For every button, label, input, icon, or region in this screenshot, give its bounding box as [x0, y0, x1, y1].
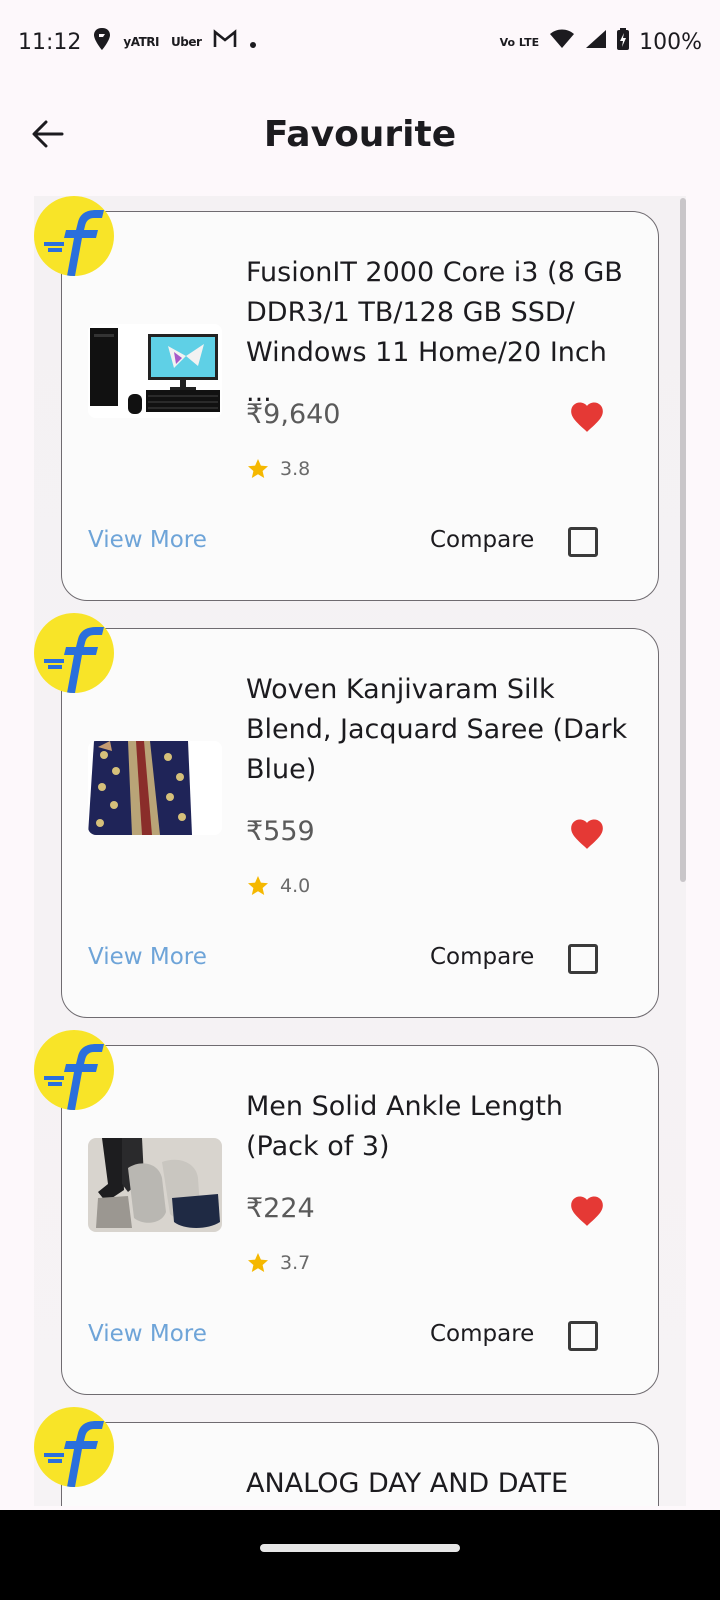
product-name[interactable]: ANALOG DAY AND DATE — [246, 1464, 636, 1504]
view-more-link[interactable]: View More — [88, 1321, 207, 1347]
product-card: Woven Kanjivaram Silk Blend, Jacquard Sa… — [61, 628, 659, 1018]
compare-label: Compare — [430, 1321, 535, 1347]
home-gesture-handle[interactable] — [260, 1544, 460, 1552]
flipkart-logo-icon — [34, 613, 114, 693]
compare-checkbox[interactable] — [568, 527, 598, 557]
uber-notification: Uber — [170, 35, 202, 49]
volte-indicator: Vo LTE — [499, 35, 540, 49]
status-time: 11:12 — [18, 29, 82, 55]
swiggy-icon — [93, 27, 111, 57]
product-card: FusionIT 2000 Core i3 (8 GB DDR3/1 TB/12… — [61, 211, 659, 601]
product-price: ₹9,640 — [246, 399, 341, 430]
product-image-saree[interactable] — [88, 741, 222, 835]
product-card: Men Solid Ankle Length (Pack of 3) ₹224 … — [61, 1045, 659, 1395]
view-more-link[interactable]: View More — [88, 944, 207, 970]
product-rating: 4.0 — [246, 874, 310, 898]
favourite-heart-icon[interactable] — [568, 398, 606, 434]
flipkart-logo-icon — [34, 1407, 114, 1487]
flipkart-logo-icon — [34, 1030, 114, 1110]
view-more-link[interactable]: View More — [88, 527, 207, 553]
product-price: ₹559 — [246, 816, 315, 847]
page-title: Favourite — [263, 114, 457, 155]
app-bar: Favourite — [0, 84, 720, 190]
compare-checkbox[interactable] — [568, 1321, 598, 1351]
product-price: ₹224 — [246, 1193, 315, 1224]
star-icon — [248, 459, 268, 478]
product-rating: 3.8 — [246, 457, 310, 481]
system-navigation-bar — [0, 1510, 720, 1600]
flipkart-logo-icon — [34, 196, 114, 276]
compare-label: Compare — [430, 527, 535, 553]
favourite-heart-icon[interactable] — [568, 1192, 606, 1228]
star-icon — [248, 1253, 268, 1272]
favourites-list[interactable]: FusionIT 2000 Core i3 (8 GB DDR3/1 TB/12… — [34, 196, 686, 1508]
status-bar: 11:12 yATRI Uber Vo LTE 100% — [0, 0, 720, 84]
wifi-icon — [549, 29, 575, 55]
product-name[interactable]: Woven Kanjivaram Silk Blend, Jacquard Sa… — [246, 670, 636, 790]
yatri-notification: yATRI — [123, 35, 159, 49]
more-notifications-dot — [249, 30, 257, 55]
product-image-desktop[interactable] — [88, 324, 222, 418]
list-scrollbar[interactable] — [680, 198, 686, 882]
favourite-heart-icon[interactable] — [568, 815, 606, 851]
product-name[interactable]: FusionIT 2000 Core i3 (8 GB DDR3/1 TB/12… — [246, 253, 636, 413]
rating-value: 3.7 — [280, 1252, 311, 1274]
product-image-socks[interactable] — [88, 1138, 222, 1232]
compare-label: Compare — [430, 944, 535, 970]
gmail-icon — [213, 29, 237, 55]
battery-icon — [617, 28, 630, 56]
compare-checkbox[interactable] — [568, 944, 598, 974]
battery-percent: 100% — [639, 29, 702, 55]
product-name[interactable]: Men Solid Ankle Length (Pack of 3) — [246, 1087, 636, 1167]
rating-value: 4.0 — [280, 875, 311, 897]
signal-icon — [585, 29, 607, 55]
product-rating: 3.7 — [246, 1251, 310, 1275]
rating-value: 3.8 — [280, 458, 311, 480]
product-card: ANALOG DAY AND DATE — [61, 1422, 659, 1508]
star-icon — [248, 876, 268, 895]
